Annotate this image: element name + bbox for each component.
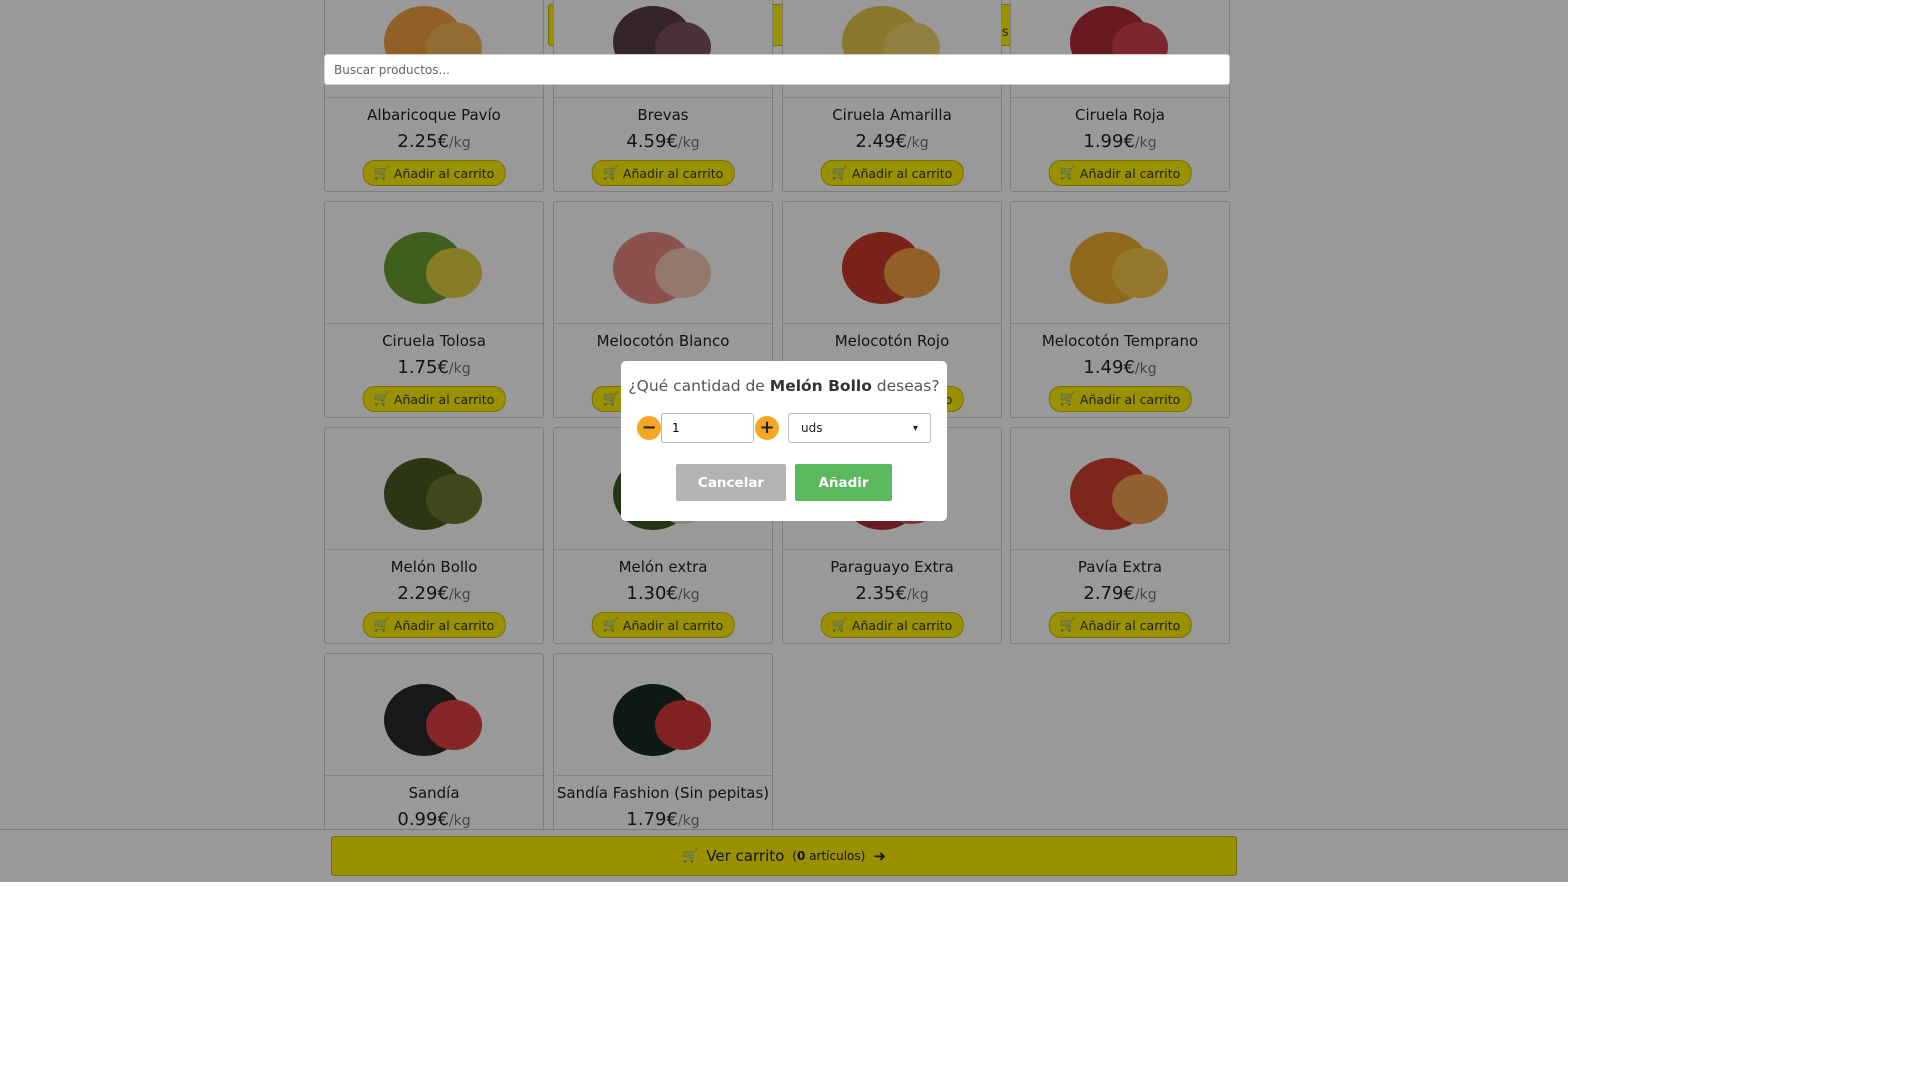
unit-select-value: uds <box>801 421 823 435</box>
search-input[interactable] <box>324 54 1230 85</box>
chevron-down-icon: ▾ <box>912 422 918 434</box>
decrease-quantity-button[interactable]: − <box>637 416 661 440</box>
unit-select[interactable]: uds ▾ <box>788 413 931 443</box>
quantity-dialog: ¿Qué cantidad de Melón Bollo deseas? − +… <box>621 361 947 521</box>
dialog-product-name: Melón Bollo <box>769 377 872 395</box>
add-button[interactable]: Añadir <box>795 464 892 501</box>
increase-quantity-button[interactable]: + <box>755 416 779 440</box>
dialog-question: ¿Qué cantidad de Melón Bollo deseas? <box>628 377 940 395</box>
cancel-button[interactable]: Cancelar <box>676 464 786 501</box>
quantity-input[interactable] <box>661 413 754 443</box>
